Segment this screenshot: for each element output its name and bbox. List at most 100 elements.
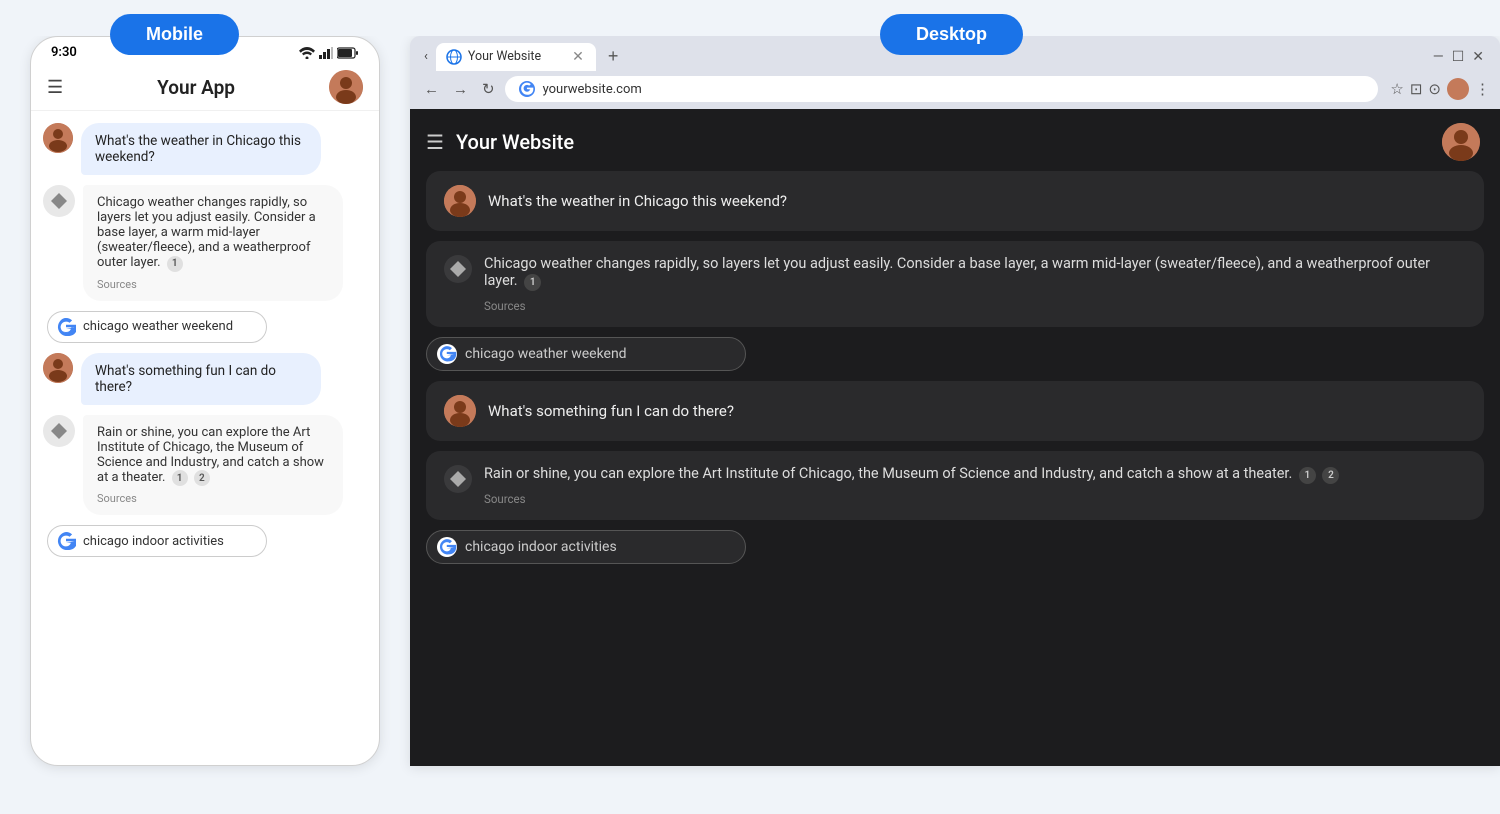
battery-icon — [337, 47, 359, 59]
browser-user-bubble-2: What's something fun I can do there? — [488, 402, 734, 420]
browser-tab-title: Your Website — [468, 49, 541, 64]
avatar-image — [329, 70, 363, 104]
browser: ‹ Your Website ✕ + — ☐ — [410, 36, 1500, 766]
user-avatar-small-2 — [43, 353, 73, 383]
browser-app-title: Your Website — [456, 130, 574, 154]
browser-user-msg-2: What's something fun I can do there? — [426, 381, 1484, 441]
browser-source-2-2: 2 — [1322, 467, 1339, 484]
phone-time: 9:30 — [51, 45, 77, 60]
tab-back-arrow[interactable]: ‹ — [418, 45, 434, 68]
profile-icon[interactable]: ⊙ — [1428, 80, 1441, 98]
browser-chat: What's the weather in Chicago this weeke… — [410, 171, 1500, 766]
browser-avatar-img — [1442, 123, 1480, 161]
browser-diamond-icon-1 — [449, 260, 467, 278]
phone: 9:30 — [30, 36, 380, 766]
phone-ai-text-2: Rain or shine, you can explore the Art I… — [97, 425, 324, 485]
browser-user-bubble-1: What's the weather in Chicago this weeke… — [488, 192, 787, 210]
phone-user-msg-2: What's something fun I can do there? — [43, 353, 367, 405]
user-avatar[interactable] — [329, 70, 363, 104]
browser-content: ☰ Your Website — [410, 109, 1500, 766]
phone-sources-label-2: Sources — [97, 492, 329, 505]
maximize-button[interactable]: ☐ — [1452, 49, 1465, 65]
google-account-icon[interactable] — [1447, 78, 1469, 100]
wifi-icon — [299, 47, 315, 59]
phone-search-query-1: chicago weather weekend — [83, 319, 233, 334]
google-g-icon-1 — [56, 317, 76, 337]
browser-google-g-2 — [437, 537, 457, 557]
browser-tab-active[interactable]: Your Website ✕ — [436, 43, 596, 71]
desktop-button[interactable]: Desktop — [880, 14, 1023, 55]
tab-favicon — [446, 49, 462, 65]
phone-ai-bubble-1: Chicago weather changes rapidly, so laye… — [83, 185, 343, 301]
browser-user-avatar-1 — [444, 185, 476, 217]
main-layout: 9:30 — [0, 36, 1500, 766]
browser-ai-msg-1: Chicago weather changes rapidly, so laye… — [426, 241, 1484, 327]
top-bar: Mobile Desktop — [0, 0, 1500, 36]
phone-user-bubble-1: What's the weather in Chicago this weeke… — [81, 123, 321, 175]
address-url-text: yourwebsite.com — [543, 82, 642, 97]
phone-sources-label-1: Sources — [97, 278, 329, 291]
browser-app-header: ☰ Your Website — [410, 109, 1500, 171]
phone-user-msg-1: What's the weather in Chicago this weeke… — [43, 123, 367, 175]
address-google-icon — [519, 81, 535, 97]
browser-app-header-left: ☰ Your Website — [426, 130, 574, 154]
browser-ai-bubble-1: Chicago weather changes rapidly, so laye… — [484, 255, 1466, 313]
browser-ai-avatar-2 — [444, 465, 472, 493]
browser-avatar-img-1 — [444, 185, 476, 217]
phone-search-chip-2[interactable]: chicago indoor activities — [47, 525, 267, 557]
phone-user-bubble-2: What's something fun I can do there? — [81, 353, 321, 405]
phone-source-2-2: 2 — [194, 470, 210, 486]
browser-ai-text-2: Rain or shine, you can explore the Art I… — [484, 465, 1292, 482]
phone-ai-avatar-2 — [43, 415, 75, 447]
browser-avatar-img-2 — [444, 395, 476, 427]
user-avatar-small — [43, 123, 73, 153]
ai-diamond-icon-2 — [49, 421, 69, 441]
close-window-button[interactable]: ✕ — [1472, 49, 1484, 65]
phone-search-chip-1[interactable]: chicago weather weekend — [47, 311, 267, 343]
browser-search-query-1: chicago weather weekend — [465, 346, 627, 362]
browser-ai-bubble-2: Rain or shine, you can explore the Art I… — [484, 465, 1466, 506]
back-button[interactable]: ← — [420, 78, 443, 100]
phone-source-1-1: 1 — [167, 256, 183, 272]
phone-ai-bubble-2: Rain or shine, you can explore the Art I… — [83, 415, 343, 516]
phone-container: 9:30 — [30, 36, 390, 766]
browser-search-query-2: chicago indoor activities — [465, 539, 617, 555]
browser-sources-label-2: Sources — [484, 492, 1466, 506]
browser-address-bar: ← → ↻ yourwebsite.com ☆ ⊡ ⊙ — [410, 71, 1500, 109]
phone-ai-msg-2: Rain or shine, you can explore the Art I… — [43, 415, 367, 516]
phone-header: ☰ Your App — [31, 64, 379, 111]
browser-menu-icon[interactable]: ⋮ — [1475, 80, 1490, 98]
phone-ai-avatar-1 — [43, 185, 75, 217]
forward-button[interactable]: → — [449, 78, 472, 100]
browser-ai-msg-2: Rain or shine, you can explore the Art I… — [426, 451, 1484, 520]
phone-app-title: Your App — [157, 76, 235, 99]
bookmark-icon[interactable]: ☆ — [1390, 80, 1403, 98]
minimize-button[interactable]: — — [1433, 49, 1444, 65]
phone-ai-msg-1: Chicago weather changes rapidly, so laye… — [43, 185, 367, 301]
screenshot-icon[interactable]: ⊡ — [1410, 80, 1423, 98]
phone-source-2-1: 1 — [172, 470, 188, 486]
hamburger-icon[interactable]: ☰ — [47, 77, 63, 98]
browser-hamburger[interactable]: ☰ — [426, 130, 444, 154]
phone-status-icons — [299, 47, 359, 59]
mobile-button[interactable]: Mobile — [110, 14, 239, 55]
phone-chat: What's the weather in Chicago this weeke… — [31, 111, 379, 765]
address-bar-input[interactable]: yourwebsite.com — [505, 76, 1379, 102]
browser-diamond-icon-2 — [449, 470, 467, 488]
browser-user-avatar[interactable] — [1442, 123, 1480, 161]
signal-icon — [319, 47, 333, 59]
browser-search-chip-1[interactable]: chicago weather weekend — [426, 337, 746, 371]
browser-source-1-1: 1 — [524, 274, 541, 291]
browser-search-chip-2[interactable]: chicago indoor activities — [426, 530, 746, 564]
address-right-icons: ☆ ⊡ ⊙ ⋮ — [1390, 78, 1490, 100]
ai-diamond-icon — [49, 191, 69, 211]
avatar-img — [43, 123, 73, 153]
browser-google-g-1 — [437, 344, 457, 364]
new-tab-button[interactable]: + — [600, 42, 627, 71]
browser-user-avatar-2 — [444, 395, 476, 427]
browser-sources-label-1: Sources — [484, 299, 1466, 313]
browser-ai-avatar-1 — [444, 255, 472, 283]
refresh-button[interactable]: ↻ — [478, 78, 499, 100]
tab-close-button[interactable]: ✕ — [572, 49, 584, 65]
avatar-img-2 — [43, 353, 73, 383]
